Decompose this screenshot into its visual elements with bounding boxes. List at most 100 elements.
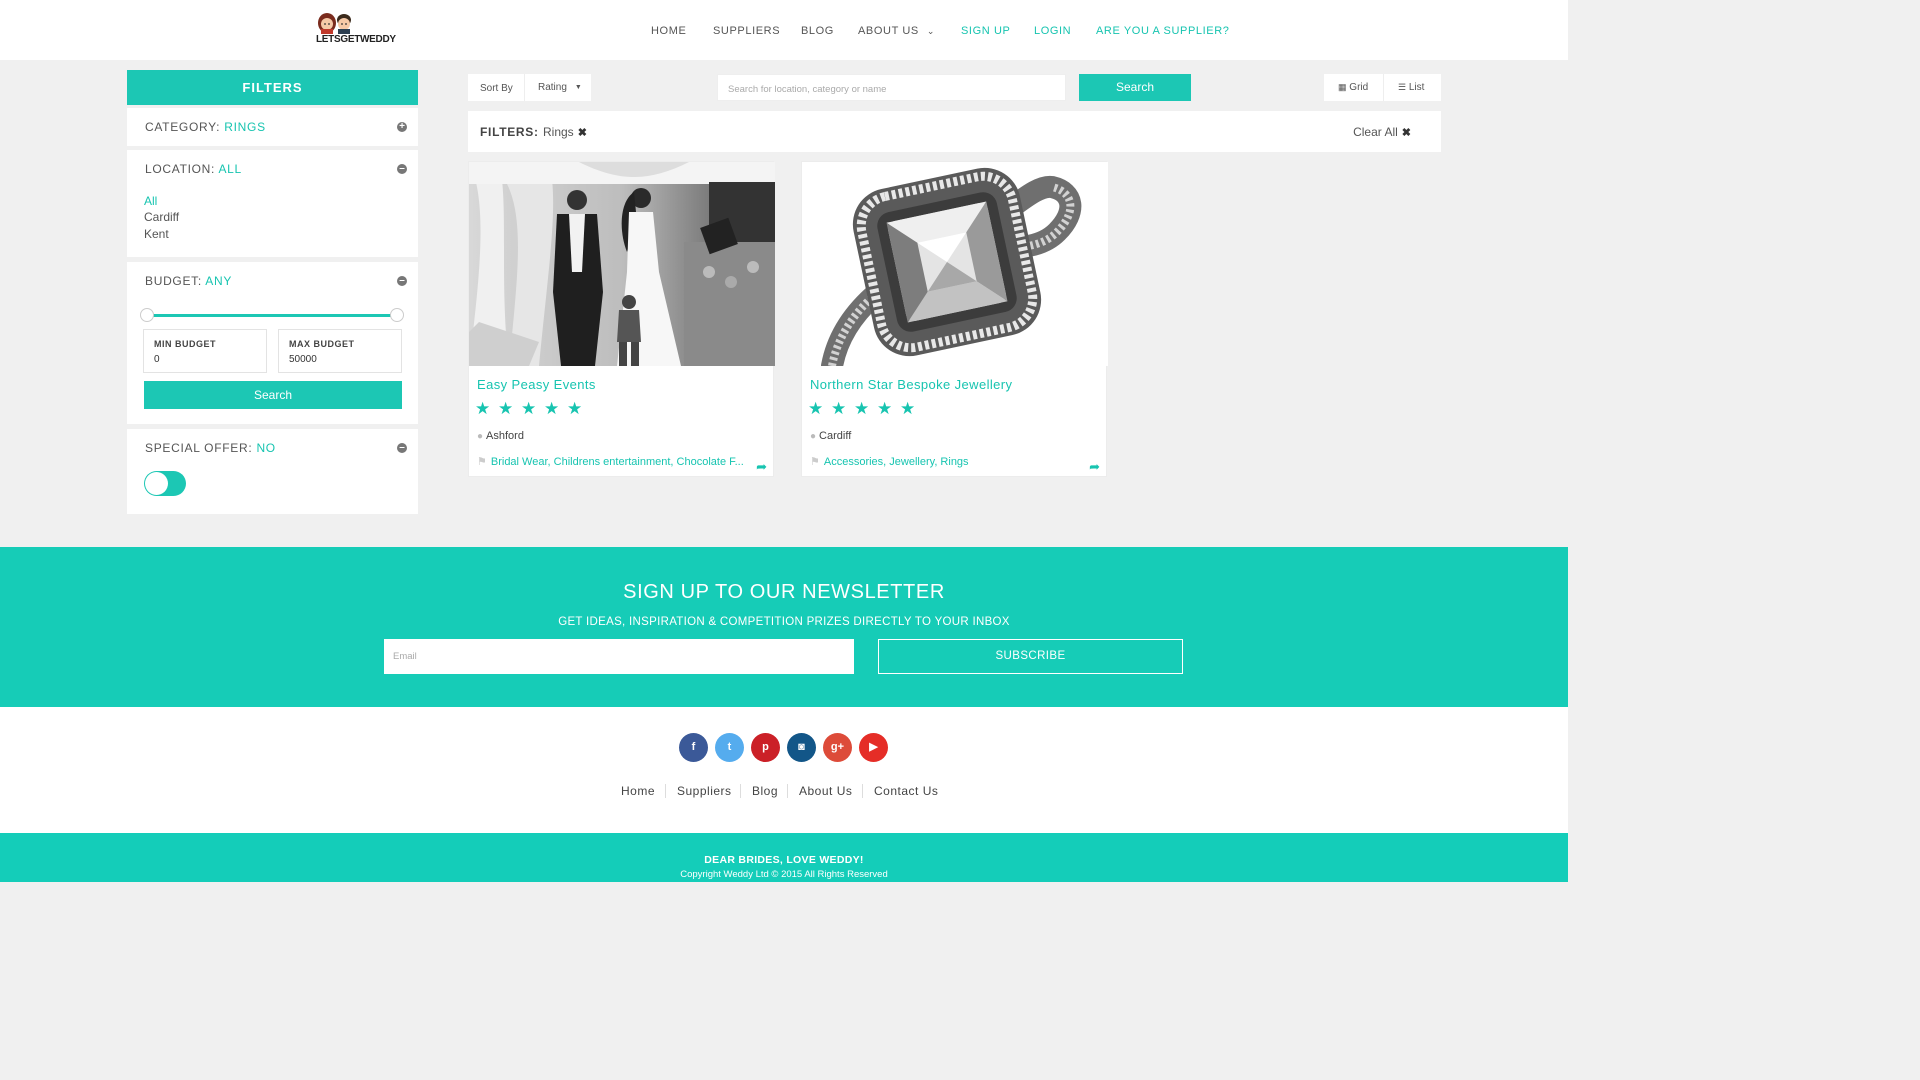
- footer-link-contact[interactable]: Contact Us: [874, 784, 938, 798]
- nav-signup[interactable]: SIGN UP: [961, 25, 1010, 37]
- supplier-name[interactable]: Northern Star Bespoke Jewellery: [810, 377, 1012, 392]
- facebook-icon[interactable]: f: [679, 733, 708, 762]
- search-button[interactable]: Search: [1079, 74, 1191, 101]
- category-value: RINGS: [224, 120, 266, 134]
- site-header: LETSGETWEDDY HOME SUPPLIERS BLOG ABOUT U…: [0, 0, 1568, 60]
- supplier-location-text: Ashford: [486, 430, 524, 442]
- star-icon: ★: [498, 399, 514, 418]
- expand-plus-icon[interactable]: +: [397, 122, 407, 132]
- footer-link-home[interactable]: Home: [621, 784, 655, 798]
- location-panel: LOCATION: ALL – All Cardiff Kent: [127, 150, 418, 257]
- grid-view-button[interactable]: ▦ Grid: [1338, 74, 1368, 101]
- location-value: ALL: [218, 162, 242, 176]
- star-icon: ★: [877, 399, 893, 418]
- nav-blog[interactable]: BLOG: [801, 25, 834, 37]
- grid-label: Grid: [1349, 82, 1369, 93]
- supplier-tags[interactable]: ⚑ Bridal Wear, Childrens entertainment, C…: [477, 455, 757, 468]
- budget-slider-min-handle[interactable]: [140, 308, 154, 322]
- divider: [665, 784, 666, 798]
- grid-icon: ▦: [1338, 82, 1347, 92]
- sort-select[interactable]: Rating ▼: [538, 82, 582, 93]
- clear-all-button[interactable]: Clear All ✖: [1353, 125, 1411, 139]
- logo-text: LETSGETWEDDY: [316, 34, 396, 45]
- copyright-text: Copyright Weddy Ltd © 2015 All Rights Re…: [680, 869, 888, 880]
- nav-suppliers[interactable]: SUPPLIERS: [713, 25, 780, 37]
- nav-are-you-supplier[interactable]: ARE YOU A SUPPLIER?: [1096, 25, 1229, 37]
- divider: [1383, 74, 1384, 101]
- remove-filter-icon[interactable]: ✖: [578, 127, 587, 139]
- category-title: CATEGORY: RINGS: [145, 120, 266, 134]
- search-placeholder: Search for location, category or name: [728, 84, 887, 95]
- chevron-down-icon: ⌄: [926, 26, 935, 36]
- footer-tagline: DEAR BRIDES, LOVE WEDDY!: [704, 854, 864, 866]
- special-offer-toggle[interactable]: [144, 471, 186, 496]
- location-option-cardiff[interactable]: Cardiff: [144, 210, 179, 224]
- supplier-card[interactable]: Easy Peasy Events ★ ★ ★ ★ ★ ● Ashford ⚑ Br…: [468, 161, 775, 477]
- list-label: List: [1408, 82, 1425, 93]
- active-filters-bar: FILTERS: Rings ✖ Clear All ✖: [468, 111, 1441, 152]
- map-pin-icon: ●: [810, 431, 817, 442]
- footer-link-blog[interactable]: Blog: [752, 784, 778, 798]
- search-input[interactable]: Search for location, category or name: [717, 74, 1066, 101]
- max-budget-label: MAX BUDGET: [289, 339, 355, 349]
- budget-slider-max-handle[interactable]: [390, 308, 404, 322]
- nav-home[interactable]: HOME: [651, 25, 686, 37]
- supplier-card[interactable]: Northern Star Bespoke Jewellery ★ ★ ★ ★ …: [801, 161, 1108, 477]
- supplier-name[interactable]: Easy Peasy Events: [477, 377, 596, 392]
- share-icon[interactable]: ➦: [756, 459, 767, 475]
- budget-slider-track[interactable]: [151, 314, 399, 317]
- min-budget-field[interactable]: MIN BUDGET 0: [143, 329, 267, 373]
- min-budget-value: 0: [154, 354, 160, 365]
- google-plus-icon[interactable]: g+: [823, 733, 852, 762]
- site-logo[interactable]: LETSGETWEDDY: [316, 12, 398, 46]
- category-panel[interactable]: CATEGORY: RINGS +: [127, 108, 418, 146]
- share-icon[interactable]: ➦: [1089, 459, 1100, 475]
- newsletter-section: SIGN UP TO OUR NEWSLETTER GET IDEAS, INS…: [0, 547, 1568, 707]
- site-footer: f t p ◙ g+ ▶ Home Suppliers Blog About U…: [0, 707, 1568, 833]
- supplier-location: ● Ashford: [477, 430, 524, 442]
- pinterest-icon[interactable]: p: [751, 733, 780, 762]
- footer-link-suppliers[interactable]: Suppliers: [677, 784, 732, 798]
- subscribe-button[interactable]: SUBSCRIBE: [878, 639, 1183, 674]
- supplier-photo[interactable]: [802, 162, 1108, 366]
- tag-icon: ⚑: [477, 456, 487, 468]
- location-option-kent[interactable]: Kent: [144, 227, 169, 241]
- collapse-minus-icon[interactable]: –: [397, 164, 407, 174]
- newsletter-title: SIGN UP TO OUR NEWSLETTER: [623, 581, 945, 603]
- nav-about[interactable]: ABOUT US ⌄: [858, 25, 935, 37]
- star-icon: ★: [521, 399, 537, 418]
- star-icon: ★: [854, 399, 870, 418]
- max-budget-field[interactable]: MAX BUDGET 50000: [278, 329, 402, 373]
- clear-all-label: Clear All: [1353, 125, 1398, 139]
- star-icon: ★: [544, 399, 560, 418]
- twitter-icon[interactable]: t: [715, 733, 744, 762]
- footer-link-about[interactable]: About Us: [799, 784, 852, 798]
- location-option-all[interactable]: All: [144, 194, 157, 208]
- nav-login[interactable]: LOGIN: [1034, 25, 1071, 37]
- divider: [862, 784, 863, 798]
- clear-icon: ✖: [1401, 127, 1411, 139]
- filter-chip-rings[interactable]: Rings ✖: [543, 125, 587, 139]
- category-label: CATEGORY:: [145, 120, 221, 134]
- supplier-tags[interactable]: ⚑ Accessories, Jewellery, Rings: [810, 455, 1090, 468]
- budget-value: ANY: [205, 274, 233, 288]
- youtube-icon[interactable]: ▶: [859, 733, 888, 762]
- divider: [740, 784, 741, 798]
- collapse-minus-icon[interactable]: –: [397, 443, 407, 453]
- supplier-location-text: Cardiff: [819, 430, 852, 442]
- max-budget-value: 50000: [289, 354, 317, 365]
- divider: [787, 784, 788, 798]
- newsletter-email-input[interactable]: Email: [384, 639, 854, 674]
- budget-panel: BUDGET: ANY – MIN BUDGET 0 MAX BUDGET 50…: [127, 262, 418, 424]
- list-view-button[interactable]: ☰ List: [1398, 74, 1424, 101]
- supplier-photo[interactable]: [469, 162, 775, 366]
- diamond-ring-photo: [802, 162, 1108, 366]
- collapse-minus-icon[interactable]: –: [397, 276, 407, 286]
- instagram-icon[interactable]: ◙: [787, 733, 816, 762]
- sort-select-value: Rating: [538, 82, 567, 93]
- budget-search-button[interactable]: Search: [144, 381, 402, 409]
- active-filters-label: FILTERS:: [480, 125, 539, 139]
- star-icon: ★: [808, 399, 824, 418]
- divider: [524, 74, 525, 101]
- supplier-location: ● Cardiff: [810, 430, 851, 442]
